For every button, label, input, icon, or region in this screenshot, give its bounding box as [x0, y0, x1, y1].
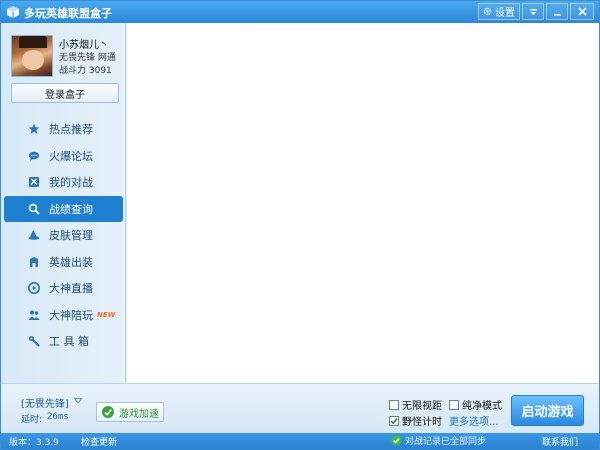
sidebar-item-label: 皮肤管理 [49, 229, 93, 243]
game-boost-button[interactable]: 游戏加速 [96, 402, 164, 422]
user-name[interactable]: 小苏烟儿丶 [59, 36, 109, 51]
sidebar-item-label: 火爆论坛 [49, 149, 93, 163]
sidebar-item-live[interactable]: 大神直播 [1, 275, 126, 302]
sidebar-item-my-battles[interactable]: 我的对战 [1, 169, 126, 196]
sidebar-item-play-with-pros[interactable]: 大神陪玩 NEW [1, 302, 126, 329]
armor-icon [30, 256, 38, 267]
checkbox-box[interactable] [389, 415, 399, 426]
sidebar-item-forum[interactable]: 火爆论坛 [1, 143, 126, 170]
latency-value: 26ms [47, 412, 69, 422]
latency-label: 延时: [21, 415, 43, 425]
sidebar-item-label: 大神陪玩 [49, 308, 93, 322]
minimize-button[interactable] [546, 3, 568, 20]
main-content [127, 23, 599, 383]
check-update-link[interactable]: 检查更新 [81, 435, 117, 448]
server-mode-select[interactable]: [无畏先锋] [21, 395, 69, 410]
sidebar-item-label: 英雄出装 [49, 255, 93, 269]
app-title: 多玩英雄联盟盒子 [24, 7, 112, 20]
boost-icon [102, 406, 114, 418]
avatar-hat [19, 36, 47, 48]
chat-bubble-icon [28, 151, 40, 161]
people-icon [28, 310, 40, 320]
sidebar-item-label: 战绩查询 [49, 202, 93, 216]
sidebar-item-skins[interactable]: 皮肤管理 [1, 222, 126, 249]
checkmark-icon [390, 417, 398, 424]
user-power: 战斗力 3091 [59, 66, 112, 76]
pure-mode-label: 纯净模式 [462, 401, 502, 412]
caret-down-icon[interactable] [74, 398, 82, 404]
unlimited-view-label: 无限视距 [402, 401, 442, 412]
settings-label: 设置 [495, 8, 515, 19]
login-button[interactable]: 登录盒子 [11, 83, 119, 103]
minimize-icon [553, 13, 561, 15]
sidebar-item-label: 热点推荐 [49, 123, 93, 137]
close-button[interactable] [570, 3, 594, 20]
checkbox-box[interactable] [389, 399, 399, 410]
status-bar: 版本：3.3.9 检查更新 对战记录已全部同步 联系我们 [1, 433, 599, 449]
game-boost-label: 游戏加速 [119, 408, 159, 420]
gear-icon [483, 7, 492, 16]
sync-status: 对战记录已全部同步 [391, 434, 486, 447]
sidebar-item-toolbox[interactable]: 工 具 箱 [1, 328, 126, 355]
settings-button[interactable]: 设置 [478, 3, 520, 20]
bottom-panel: [无畏先锋] 延时: 26ms 游戏加速 无限视距 纯净模式 野怪计时 更多选项… [1, 383, 599, 433]
wrench-icon [29, 336, 40, 347]
more-options-link[interactable]: 更多选项... [449, 413, 499, 428]
unlimited-view-checkbox[interactable]: 无限视距 [389, 397, 442, 412]
user-server: 无畏先锋 网通 [59, 53, 116, 63]
sidebar-item-label: 我的对战 [49, 176, 93, 190]
box-logo-icon [7, 6, 19, 18]
sidebar-item-label: 大神直播 [49, 282, 93, 296]
avatar-face [22, 50, 44, 70]
contact-us-link[interactable]: 联系我们 [542, 435, 578, 448]
title-bar[interactable]: 多玩英雄联盟盒子 设置 [1, 1, 599, 23]
sidebar-nav: 热点推荐 火爆论坛 我的对战 战绩查询 皮肤管理 英雄出装 大神直播 大神陪玩 … [1, 116, 126, 355]
play-icon [28, 282, 40, 294]
jungle-timer-label: 野怪计时 [402, 417, 442, 428]
new-badge: NEW [97, 310, 116, 319]
sidebar-item-label: 工 具 箱 [49, 335, 89, 349]
sidebar-item-hot[interactable]: 热点推荐 [1, 116, 126, 143]
sync-status-label: 对战记录已全部同步 [405, 437, 487, 447]
close-icon [577, 7, 587, 16]
battle-icon [29, 177, 39, 187]
sidebar-item-stats-query[interactable]: 战绩查询 [4, 195, 123, 222]
search-icon [28, 203, 40, 215]
avatar[interactable] [11, 35, 53, 77]
check-circle-icon [391, 435, 402, 446]
jungle-timer-checkbox[interactable]: 野怪计时 [389, 413, 442, 428]
sidebar-item-hero-builds[interactable]: 英雄出装 [1, 249, 126, 276]
hat-icon [28, 230, 40, 240]
chevron-down-icon [529, 8, 537, 15]
launch-game-button[interactable]: 启动游戏 [511, 395, 584, 426]
sidebar: 小苏烟儿丶 无畏先锋 网通 战斗力 3091 登录盒子 热点推荐 火爆论坛 我的… [1, 23, 126, 383]
version-label: 版本：3.3.9 [9, 438, 59, 448]
menu-dropdown-button[interactable] [522, 3, 544, 20]
app-window: 多玩英雄联盟盒子 设置 小苏烟儿丶 无畏先锋 网通 战斗力 3091 登录盒子 … [0, 0, 600, 450]
checkbox-box[interactable] [449, 399, 459, 410]
star-icon [28, 123, 40, 134]
pure-mode-checkbox[interactable]: 纯净模式 [449, 397, 502, 412]
